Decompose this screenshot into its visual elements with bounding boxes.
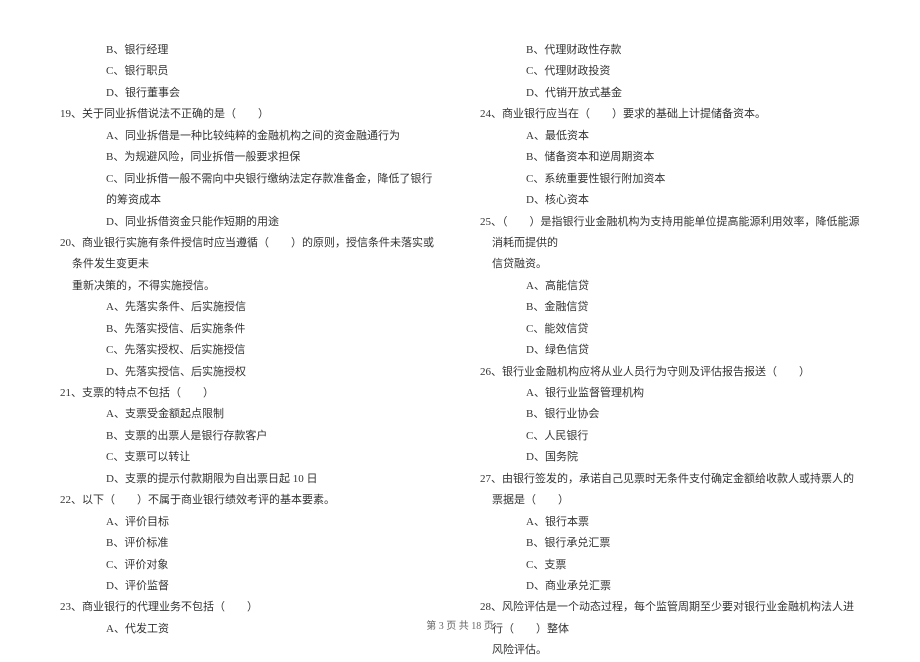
option-c: C、先落实授权、后实施授信 (60, 340, 440, 361)
option-a: A、高能信贷 (480, 276, 860, 297)
question-28-cont: 风险评估。 (480, 640, 860, 661)
question-23: 23、商业银行的代理业务不包括（ ） (60, 597, 440, 618)
option-b: B、评价标准 (60, 533, 440, 554)
option-c: C、评价对象 (60, 555, 440, 576)
option-d: D、评价监督 (60, 576, 440, 597)
option-d: D、绿色信贷 (480, 340, 860, 361)
option-c: C、同业拆借一般不需向中央银行缴纳法定存款准备金，降低了银行的筹资成本 (60, 169, 440, 212)
option-a: A、同业拆借是一种比较纯粹的金融机构之间的资金融通行为 (60, 126, 440, 147)
question-27: 27、由银行签发的，承诺自己见票时无条件支付确定金额给收款人或持票人的票据是（ … (480, 469, 860, 512)
option-c: C、代理财政投资 (480, 61, 860, 82)
question-25: 25、（ ）是指银行业金融机构为支持用能单位提高能源利用效率，降低能源消耗而提供… (480, 212, 860, 255)
option-b: B、银行承兑汇票 (480, 533, 860, 554)
option-a: A、银行业监督管理机构 (480, 383, 860, 404)
option-d: D、银行董事会 (60, 83, 440, 104)
option-a: A、银行本票 (480, 512, 860, 533)
option-b: B、银行经理 (60, 40, 440, 61)
question-20-cont: 重新决策的，不得实施授信。 (60, 276, 440, 297)
left-column: B、银行经理 C、银行职员 D、银行董事会 19、关于同业拆借说法不正确的是（ … (60, 40, 440, 600)
option-c: C、能效信贷 (480, 319, 860, 340)
option-d: D、核心资本 (480, 190, 860, 211)
option-c: C、系统重要性银行附加资本 (480, 169, 860, 190)
option-d: D、国务院 (480, 447, 860, 468)
option-b: B、金融信贷 (480, 297, 860, 318)
question-19: 19、关于同业拆借说法不正确的是（ ） (60, 104, 440, 125)
option-b: B、代理财政性存款 (480, 40, 860, 61)
question-21: 21、支票的特点不包括（ ） (60, 383, 440, 404)
option-d: D、代销开放式基金 (480, 83, 860, 104)
option-b: B、储备资本和逆周期资本 (480, 147, 860, 168)
question-22: 22、以下（ ）不属于商业银行绩效考评的基本要素。 (60, 490, 440, 511)
page-content: B、银行经理 C、银行职员 D、银行董事会 19、关于同业拆借说法不正确的是（ … (60, 40, 860, 600)
right-column: B、代理财政性存款 C、代理财政投资 D、代销开放式基金 24、商业银行应当在（… (480, 40, 860, 600)
option-b: B、银行业协会 (480, 404, 860, 425)
option-a: A、最低资本 (480, 126, 860, 147)
option-b: B、支票的出票人是银行存款客户 (60, 426, 440, 447)
option-d: D、先落实授信、后实施授权 (60, 362, 440, 383)
option-b: B、为规避风险，同业拆借一般要求担保 (60, 147, 440, 168)
option-a: A、先落实条件、后实施授信 (60, 297, 440, 318)
question-26: 26、银行业金融机构应将从业人员行为守则及评估报告报送（ ） (480, 362, 860, 383)
option-c: C、支票可以转让 (60, 447, 440, 468)
option-c: C、支票 (480, 555, 860, 576)
question-24: 24、商业银行应当在（ ）要求的基础上计提储备资本。 (480, 104, 860, 125)
option-a: A、评价目标 (60, 512, 440, 533)
page-footer: 第 3 页 共 18 页 (0, 617, 920, 632)
option-d: D、商业承兑汇票 (480, 576, 860, 597)
option-c: C、人民银行 (480, 426, 860, 447)
option-d: D、同业拆借资金只能作短期的用途 (60, 212, 440, 233)
option-b: B、先落实授信、后实施条件 (60, 319, 440, 340)
option-d: D、支票的提示付款期限为自出票日起 10 日 (60, 469, 440, 490)
option-a: A、支票受金额起点限制 (60, 404, 440, 425)
option-c: C、银行职员 (60, 61, 440, 82)
question-25-cont: 信贷融资。 (480, 254, 860, 275)
question-20: 20、商业银行实施有条件授信时应当遵循（ ）的原则，授信条件未落实或条件发生变更… (60, 233, 440, 276)
